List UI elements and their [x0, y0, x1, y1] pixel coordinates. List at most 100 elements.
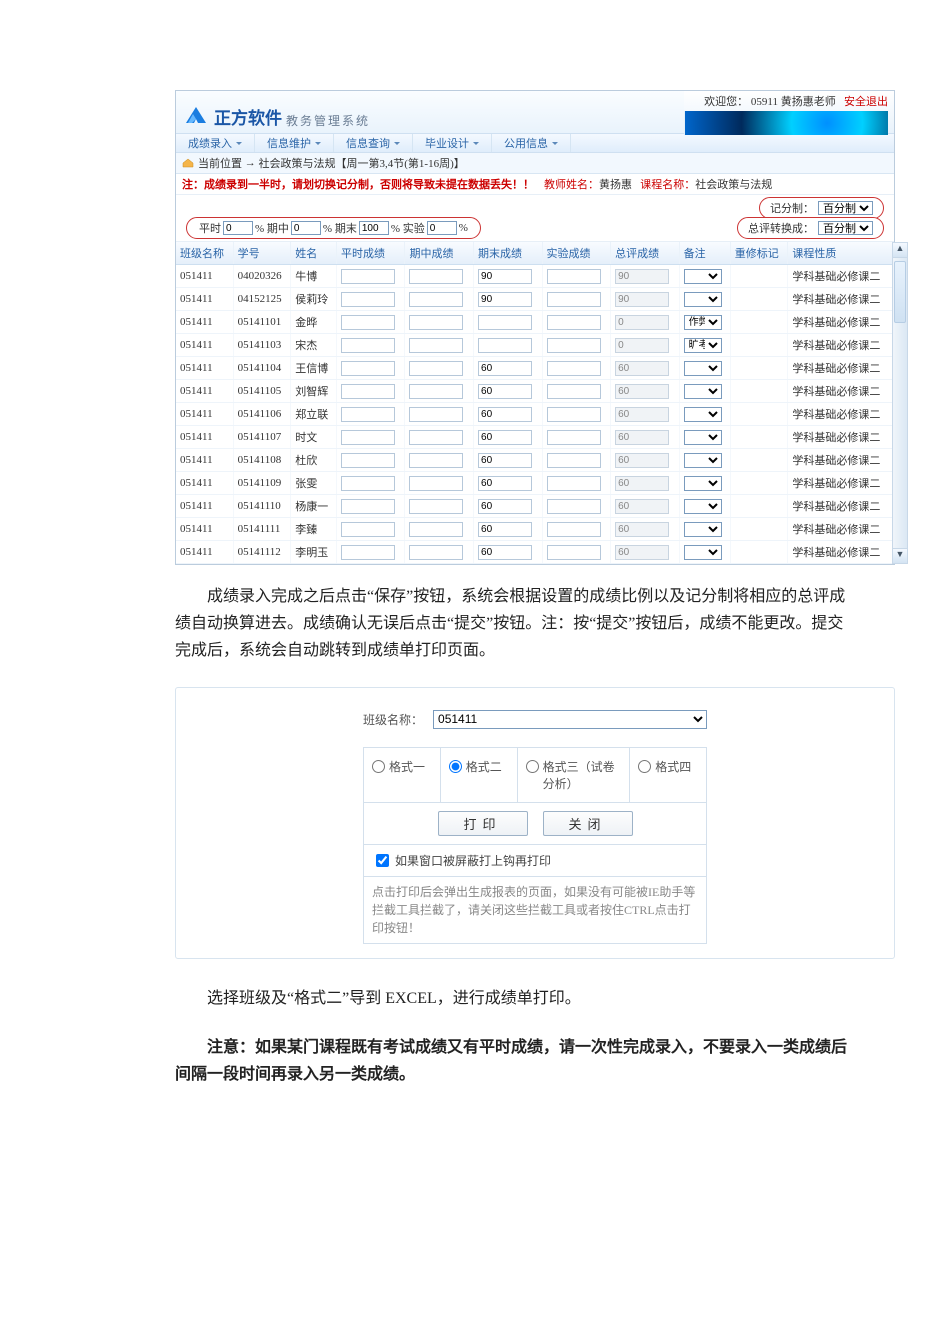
qm-input[interactable] — [359, 221, 389, 235]
ps-input[interactable] — [341, 292, 395, 307]
qz-input[interactable] — [409, 522, 463, 537]
menu-graduation[interactable]: 毕业设计 — [413, 134, 492, 152]
sy-input[interactable] — [547, 315, 601, 330]
format-option-3[interactable]: 格式三（试卷分析） — [518, 748, 631, 802]
brand-title: 正方软件 — [214, 104, 282, 129]
qm-input[interactable] — [478, 476, 532, 491]
scroll-up-icon[interactable]: ▲ — [893, 243, 907, 258]
menu-grade-entry[interactable]: 成绩录入 — [176, 134, 255, 152]
qz-input[interactable] — [409, 269, 463, 284]
sy-input[interactable] — [547, 476, 601, 491]
qz-input[interactable] — [409, 499, 463, 514]
sy-input[interactable] — [547, 430, 601, 445]
sy-input[interactable] — [547, 338, 601, 353]
bz-select[interactable]: 作弊 — [684, 315, 722, 330]
radio-format-2[interactable] — [449, 760, 462, 773]
dialog-note: 点击打印后会弹出生成报表的页面，如果没有可能被IE助手等拦截工具拦截了，请关闭这… — [363, 877, 707, 944]
ps-input[interactable] — [341, 522, 395, 537]
class-select[interactable]: 051411 — [433, 710, 707, 729]
bz-select[interactable] — [684, 545, 722, 560]
bz-select[interactable] — [684, 453, 722, 468]
ps-input[interactable] — [341, 407, 395, 422]
qm-input[interactable] — [478, 338, 532, 353]
total-conv-select[interactable]: 百分制 — [818, 221, 873, 235]
col-bz[interactable]: 备注 — [679, 242, 730, 265]
score-system-select[interactable]: 百分制 — [818, 201, 873, 215]
sy-input[interactable] — [547, 545, 601, 560]
bz-select[interactable] — [684, 476, 722, 491]
radio-format-1[interactable] — [372, 760, 385, 773]
bz-select[interactable] — [684, 430, 722, 445]
print-button[interactable]: 打印 — [438, 811, 528, 836]
qm-input[interactable] — [478, 407, 532, 422]
qm-input[interactable] — [478, 292, 532, 307]
format-option-1[interactable]: 格式一 — [364, 748, 441, 802]
qm-input[interactable] — [478, 545, 532, 560]
close-button[interactable]: 关闭 — [543, 811, 633, 836]
ps-input[interactable] — [341, 338, 395, 353]
qm-input[interactable] — [478, 453, 532, 468]
logout-link[interactable]: 安全退出 — [844, 96, 888, 108]
bz-select[interactable]: 旷考 — [684, 338, 722, 353]
ps-input[interactable] — [223, 221, 253, 235]
sy-input[interactable] — [547, 499, 601, 514]
qz-input[interactable] — [409, 453, 463, 468]
sy-input[interactable] — [547, 407, 601, 422]
ps-input[interactable] — [341, 499, 395, 514]
popup-blocked-checkbox[interactable] — [376, 854, 389, 867]
sy-input[interactable] — [547, 292, 601, 307]
qz-input[interactable] — [291, 221, 321, 235]
radio-format-4[interactable] — [638, 760, 651, 773]
ps-input[interactable] — [341, 476, 395, 491]
bz-select[interactable] — [684, 499, 722, 514]
qz-input[interactable] — [409, 430, 463, 445]
qz-input[interactable] — [409, 545, 463, 560]
qm-input[interactable] — [478, 269, 532, 284]
qm-input[interactable] — [478, 315, 532, 330]
qm-input[interactable] — [478, 499, 532, 514]
bz-select[interactable] — [684, 384, 722, 399]
menu-public-info[interactable]: 公用信息 — [492, 134, 571, 152]
bz-select[interactable] — [684, 407, 722, 422]
sy-input[interactable] — [547, 522, 601, 537]
qm-input[interactable] — [478, 384, 532, 399]
ps-input[interactable] — [341, 545, 395, 560]
ps-input[interactable] — [341, 269, 395, 284]
menu-info-maintain[interactable]: 信息维护 — [255, 134, 334, 152]
sy-input[interactable] — [547, 384, 601, 399]
radio-format-3[interactable] — [526, 760, 539, 773]
qz-input[interactable] — [409, 361, 463, 376]
qm-input[interactable] — [478, 361, 532, 376]
col-class[interactable]: 班级名称 — [176, 242, 233, 265]
ps-input[interactable] — [341, 361, 395, 376]
bz-select[interactable] — [684, 269, 722, 284]
sy-input[interactable] — [547, 269, 601, 284]
vertical-scrollbar[interactable]: ▲ ▼ — [892, 242, 908, 564]
format-option-4[interactable]: 格式四 — [630, 748, 706, 802]
qz-input[interactable] — [409, 338, 463, 353]
col-name[interactable]: 姓名 — [291, 242, 337, 265]
format-option-2[interactable]: 格式二 — [441, 748, 518, 802]
col-sid[interactable]: 学号 — [233, 242, 291, 265]
menu-info-query[interactable]: 信息查询 — [334, 134, 413, 152]
sy-input[interactable] — [547, 361, 601, 376]
qz-input[interactable] — [409, 407, 463, 422]
qz-input[interactable] — [409, 292, 463, 307]
qz-input[interactable] — [409, 315, 463, 330]
ps-input[interactable] — [341, 384, 395, 399]
sy-input[interactable] — [547, 453, 601, 468]
qz-input[interactable] — [409, 476, 463, 491]
sy-input[interactable] — [427, 221, 457, 235]
scroll-down-icon[interactable]: ▼ — [893, 548, 907, 563]
qm-input[interactable] — [478, 430, 532, 445]
bz-select[interactable] — [684, 292, 722, 307]
qm-input[interactable] — [478, 522, 532, 537]
ps-input[interactable] — [341, 430, 395, 445]
breadcrumb: 当前位置 → 社会政策与法规【周一第3,4节(第1-16周)】 — [176, 153, 894, 174]
bz-select[interactable] — [684, 361, 722, 376]
ps-input[interactable] — [341, 315, 395, 330]
ps-input[interactable] — [341, 453, 395, 468]
qz-input[interactable] — [409, 384, 463, 399]
scroll-thumb[interactable] — [894, 261, 906, 323]
bz-select[interactable] — [684, 522, 722, 537]
